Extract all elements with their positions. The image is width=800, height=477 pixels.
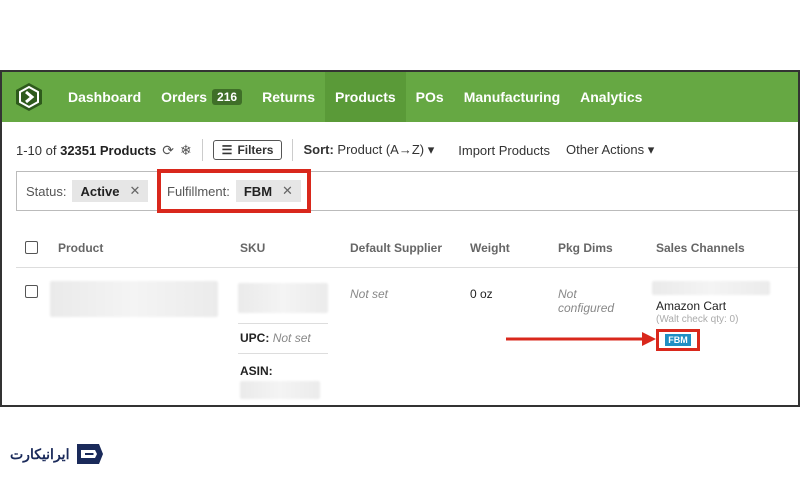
sku-redacted	[238, 283, 328, 313]
orders-count-badge: 216	[212, 89, 243, 105]
cell-divider	[238, 323, 328, 324]
nav-label: POs	[415, 89, 444, 105]
nav-pos[interactable]: POs	[406, 72, 454, 122]
nav-label: Manufacturing	[463, 89, 561, 105]
app-logo-icon[interactable]	[14, 82, 44, 112]
nav-products[interactable]: Products	[324, 72, 406, 122]
fbm-tag-highlight: FBM	[656, 329, 700, 351]
filters-button[interactable]: ☰ Filters	[212, 140, 283, 160]
other-actions-label: Other Actions	[566, 142, 645, 157]
active-filters-bar: Status: Active ✕ Fulfillment: FBM ✕	[16, 169, 798, 213]
filter-value: Active ✕	[72, 180, 149, 202]
brand-watermark: ایرانیکارت	[10, 440, 107, 468]
weight-value: 0 oz	[470, 287, 493, 301]
remove-filter-icon[interactable]: ✕	[282, 183, 293, 199]
top-navigation: Dashboard Orders 216 Returns Products POs…	[2, 72, 798, 122]
pkg-dims-value: Not configured	[558, 287, 615, 315]
caret-down-icon: ▾	[427, 142, 435, 157]
nav-label: Products	[334, 89, 396, 105]
annotation-arrow-icon	[506, 332, 656, 346]
filters-label: Filters	[237, 143, 274, 157]
nav-label: Returns	[262, 89, 315, 105]
upc-value: Not set	[272, 331, 311, 345]
default-supplier-value: Not set	[350, 287, 389, 301]
toolbar-divider	[201, 139, 203, 161]
nav-returns[interactable]: Returns	[252, 72, 325, 122]
channel-redacted	[652, 281, 770, 295]
asin-field: ASIN:	[240, 364, 273, 378]
filter-value-text: Active	[80, 183, 120, 199]
asin-redacted	[240, 381, 320, 399]
status-filter-chip: Status: Active ✕	[26, 180, 149, 202]
nav-dashboard[interactable]: Dashboard	[58, 72, 151, 122]
nav-label: Analytics	[580, 89, 643, 105]
upc-field: UPC: Not set	[240, 331, 311, 345]
upc-label: UPC:	[240, 331, 270, 345]
filter-value-text: FBM	[243, 183, 273, 199]
other-actions-dropdown[interactable]: Other Actions ▾	[566, 142, 654, 158]
caret-down-icon: ▾	[647, 142, 655, 157]
toolbar-divider	[292, 139, 294, 161]
product-count: 1-10 of 32351 Products	[16, 143, 156, 158]
snowflake-icon[interactable]: ❄	[180, 142, 192, 159]
column-sku[interactable]: SKU	[240, 241, 265, 255]
nav-label: Dashboard	[68, 89, 142, 105]
asin-label: ASIN:	[240, 364, 273, 378]
brand-text: ایرانیکارت	[10, 445, 70, 462]
filter-name: Fulfillment:	[167, 183, 230, 199]
column-default-supplier[interactable]: Default Supplier	[350, 241, 442, 255]
table-row: UPC: Not set ASIN: Not set 0 oz Not conf…	[16, 269, 798, 405]
column-product[interactable]: Product	[58, 241, 103, 255]
nav-label: Orders	[161, 89, 208, 105]
cell-divider	[238, 353, 328, 354]
filter-name: Status:	[26, 183, 67, 199]
column-weight[interactable]: Weight	[470, 241, 510, 255]
sliders-icon: ☰	[221, 143, 233, 157]
row-checkbox[interactable]	[25, 285, 38, 298]
products-toolbar: 1-10 of 32351 Products ⟳ ❄ ☰ Filters Sor…	[16, 138, 654, 162]
table-header: Product SKU Default Supplier Weight Pkg …	[16, 228, 798, 268]
fulfillment-tag: FBM	[664, 333, 692, 347]
refresh-icon[interactable]: ⟳	[162, 142, 174, 159]
app-window: Dashboard Orders 216 Returns Products POs…	[0, 70, 800, 407]
nav-analytics[interactable]: Analytics	[570, 72, 652, 122]
nav-manufacturing[interactable]: Manufacturing	[454, 72, 570, 122]
count-value: 32351 Products	[60, 142, 157, 158]
remove-filter-icon[interactable]: ✕	[130, 183, 141, 199]
column-pkg-dims[interactable]: Pkg Dims	[558, 241, 613, 255]
column-sales-channels[interactable]: Sales Channels	[656, 241, 745, 255]
sort-value: Product (A→Z)	[337, 142, 425, 157]
select-all-checkbox[interactable]	[25, 241, 38, 254]
sort-label: Sort:	[303, 142, 334, 157]
filter-value: FBM ✕	[235, 180, 301, 202]
count-prefix: 1-10 of	[16, 142, 61, 158]
sales-channel-note: (Walt check qty: 0)	[656, 314, 739, 325]
fulfillment-filter-chip: Fulfillment: FBM ✕	[157, 169, 311, 213]
sales-channel-name[interactable]: Amazon Cart	[656, 299, 726, 313]
brand-logo-icon	[77, 444, 104, 464]
product-name-redacted	[50, 281, 218, 317]
nav-orders[interactable]: Orders 216	[151, 72, 252, 122]
sort-dropdown[interactable]: Sort: Product (A→Z) ▾	[303, 142, 434, 158]
import-products-link[interactable]: Import Products	[458, 143, 550, 158]
